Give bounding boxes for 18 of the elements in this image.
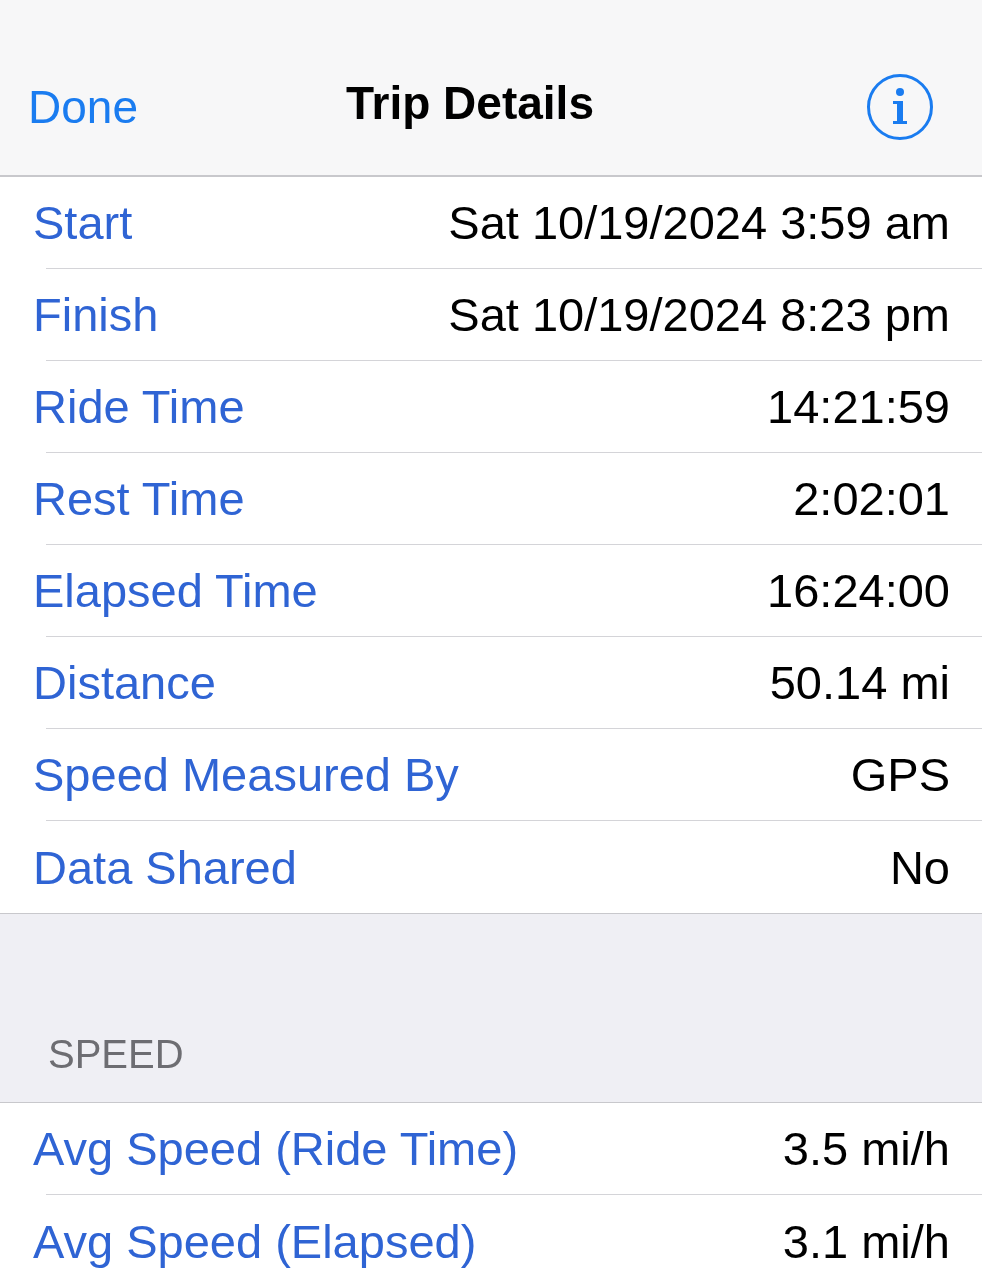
section-header: SPEED bbox=[48, 1034, 184, 1074]
row-value: 16:24:00 bbox=[767, 567, 950, 614]
row-value: 14:21:59 bbox=[767, 383, 950, 430]
row-label: Data Shared bbox=[33, 843, 297, 891]
row-label: Finish bbox=[33, 291, 159, 338]
row-value: 3.5 mi/h bbox=[782, 1125, 950, 1172]
row-label: Ride Time bbox=[33, 383, 245, 430]
row-label: Rest Time bbox=[33, 475, 245, 522]
row-value: GPS bbox=[850, 751, 950, 798]
row-label: Distance bbox=[33, 659, 216, 706]
row-value: 3.1 mi/h bbox=[782, 1217, 950, 1265]
row-value: 2:02:01 bbox=[793, 475, 950, 522]
row-value: No bbox=[889, 843, 950, 891]
done-button[interactable]: Done bbox=[28, 83, 138, 130]
info-icon[interactable] bbox=[866, 72, 934, 141]
row-label: Start bbox=[33, 199, 133, 246]
row-value: 50.14 mi bbox=[769, 659, 950, 706]
row-value: Sat 10/19/2024 3:59 am bbox=[448, 199, 950, 246]
